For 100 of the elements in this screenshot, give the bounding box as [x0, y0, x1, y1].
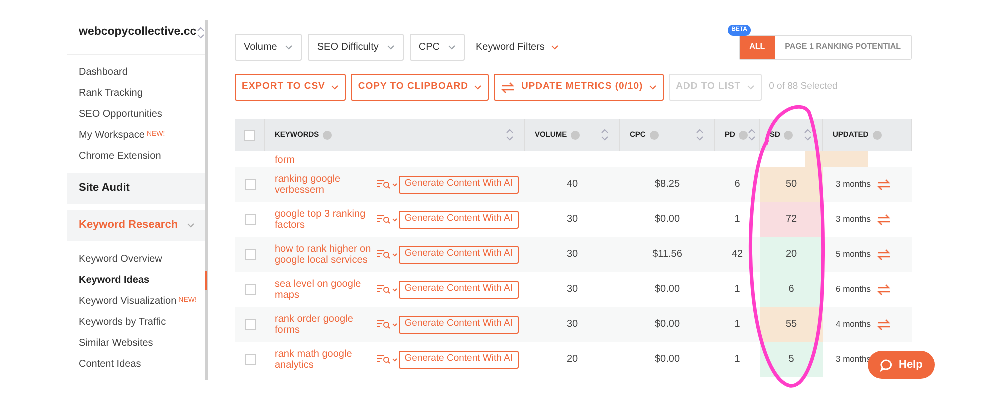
- sidebar-section[interactable]: Site Audit: [67, 173, 205, 204]
- sidebar-link[interactable]: Similar Websites: [79, 336, 154, 351]
- sort-icon[interactable]: [506, 128, 514, 142]
- serp-filter-icon[interactable]: [376, 320, 399, 330]
- volume-cell-text: 30: [566, 318, 580, 332]
- volume-cell-text: 30: [566, 213, 580, 227]
- volume-cell-text: 30: [566, 283, 580, 297]
- cpc-cell-text: $0.00: [654, 318, 682, 332]
- keyword-link[interactable]: rank math google analytics: [275, 348, 375, 370]
- filter-dropdown[interactable]: SEO Difficulty: [308, 34, 404, 60]
- cpc-cell-text: $0.00: [654, 353, 682, 367]
- sidebar-section[interactable]: Keyword Research: [67, 210, 205, 241]
- cpc-cell-text: $0.00: [654, 213, 682, 227]
- chevron-down-icon: [747, 85, 756, 90]
- row-checkbox[interactable]: [244, 179, 256, 190]
- sort-icon[interactable]: [196, 26, 205, 40]
- pd-cell-text: 1: [734, 318, 742, 332]
- pd-cell-text: 6: [734, 178, 742, 192]
- volume-cell-text: 30: [566, 248, 580, 262]
- pd-cell-text: 1: [734, 213, 742, 227]
- serp-filter-icon[interactable]: [376, 250, 399, 260]
- pd-cell-text: 42: [730, 248, 744, 262]
- sidebar-link[interactable]: Content Ideas: [79, 357, 142, 372]
- serp-filter-icon[interactable]: [376, 214, 399, 224]
- chevron-down-icon: [285, 44, 294, 50]
- help-icon[interactable]: [323, 130, 332, 140]
- keyword-filters-dropdown[interactable]: Keyword Filters: [476, 40, 559, 54]
- help-icon[interactable]: [872, 130, 882, 140]
- generate-content-button[interactable]: Generate Content With AI: [398, 280, 519, 298]
- sd-cell: 55: [760, 307, 823, 342]
- chevron-icon[interactable]: [187, 223, 195, 228]
- sidebar-link[interactable]: Dashboard: [79, 65, 128, 80]
- sidebar-scrollbar[interactable]: [205, 20, 208, 380]
- help-icon[interactable]: [650, 130, 659, 140]
- updated-time: 3 months: [836, 353, 871, 366]
- generate-content-button[interactable]: Generate Content With AI: [398, 350, 519, 368]
- updated-time: 5 months: [836, 248, 871, 261]
- keyword-link[interactable]: form: [275, 155, 295, 167]
- sidebar-link[interactable]: Keyword Ideas: [79, 273, 150, 288]
- keyword-link[interactable]: sea level on google maps: [275, 278, 375, 300]
- cpc-cell-text: $11.56: [652, 248, 684, 262]
- cpc-cell-text: $0.00: [654, 283, 682, 297]
- action-button[interactable]: COPY TO CLIPBOARD: [351, 74, 490, 101]
- keyword-link[interactable]: how to rank higher on google local services: [275, 244, 375, 266]
- generate-content-button[interactable]: Generate Content With AI: [398, 210, 519, 228]
- help-icon[interactable]: [571, 130, 580, 140]
- serp-filter-icon[interactable]: [376, 354, 399, 364]
- sidebar-link[interactable]: SEO Opportunities: [79, 107, 162, 122]
- cpc-cell-text: $8.25: [654, 178, 682, 192]
- volume-cell-text: 20: [566, 353, 580, 367]
- refresh-icon[interactable]: [876, 214, 891, 226]
- serp-filter-icon[interactable]: [376, 284, 399, 294]
- view-toggle-tab[interactable]: ALL: [740, 36, 776, 58]
- sd-cell: 50: [760, 167, 823, 202]
- sd-cell: 6: [760, 272, 823, 307]
- refresh-icon[interactable]: [876, 284, 891, 296]
- row-checkbox[interactable]: [244, 284, 256, 295]
- sidebar-link[interactable]: Keywords by Traffic: [79, 315, 166, 330]
- sidebar-link[interactable]: Keyword Overview: [79, 252, 162, 267]
- help-icon[interactable]: [784, 130, 794, 140]
- generate-content-button[interactable]: Generate Content With AI: [398, 316, 519, 334]
- select-all-checkbox[interactable]: [244, 130, 255, 140]
- sort-icon[interactable]: [601, 128, 609, 142]
- generate-content-button[interactable]: Generate Content With AI: [398, 176, 519, 194]
- serp-filter-icon[interactable]: [376, 180, 399, 190]
- sd-cell: 72: [760, 202, 823, 237]
- site-name: webcopycollective.cc: [79, 25, 197, 40]
- row-checkbox[interactable]: [244, 249, 256, 260]
- keyword-link[interactable]: ranking google verbessern: [275, 174, 375, 196]
- sidebar-link[interactable]: Keyword Visualization: [79, 294, 177, 309]
- action-button[interactable]: UPDATE METRICS (0/10): [494, 74, 664, 101]
- row-checkbox[interactable]: [244, 354, 256, 365]
- chevron-down-icon: [474, 85, 482, 90]
- sort-icon[interactable]: [748, 128, 756, 142]
- help-button[interactable]: Help: [868, 351, 935, 379]
- refresh-icon[interactable]: [876, 178, 891, 190]
- sort-icon[interactable]: [696, 128, 704, 142]
- updated-time: 4 months: [836, 318, 871, 331]
- sidebar-link[interactable]: My Workspace: [79, 128, 145, 143]
- refresh-icon[interactable]: [501, 82, 516, 94]
- chevron-down-icon: [550, 44, 559, 50]
- generate-content-button[interactable]: Generate Content With AI: [398, 246, 519, 264]
- pd-cell-text: 1: [734, 353, 742, 367]
- keyword-link[interactable]: rank order google forms: [275, 314, 375, 336]
- sort-icon[interactable]: [804, 128, 812, 142]
- filter-dropdown[interactable]: Volume: [235, 34, 302, 60]
- volume-cell-text: 40: [566, 178, 580, 192]
- sidebar-link[interactable]: Rank Tracking: [79, 86, 143, 101]
- refresh-icon[interactable]: [876, 248, 891, 260]
- updated-time: 6 months: [836, 283, 871, 296]
- row-checkbox[interactable]: [244, 214, 256, 225]
- selection-count: 0 of 88 Selected: [769, 80, 838, 94]
- refresh-icon[interactable]: [876, 318, 891, 330]
- row-checkbox[interactable]: [244, 319, 256, 330]
- help-icon[interactable]: [739, 130, 748, 140]
- updated-time: 3 months: [836, 178, 871, 191]
- filter-dropdown[interactable]: CPC: [410, 34, 465, 60]
- keyword-link[interactable]: google top 3 ranking factors: [275, 208, 375, 230]
- sidebar-link[interactable]: Chrome Extension: [79, 149, 162, 164]
- action-button[interactable]: EXPORT TO CSV: [235, 74, 346, 101]
